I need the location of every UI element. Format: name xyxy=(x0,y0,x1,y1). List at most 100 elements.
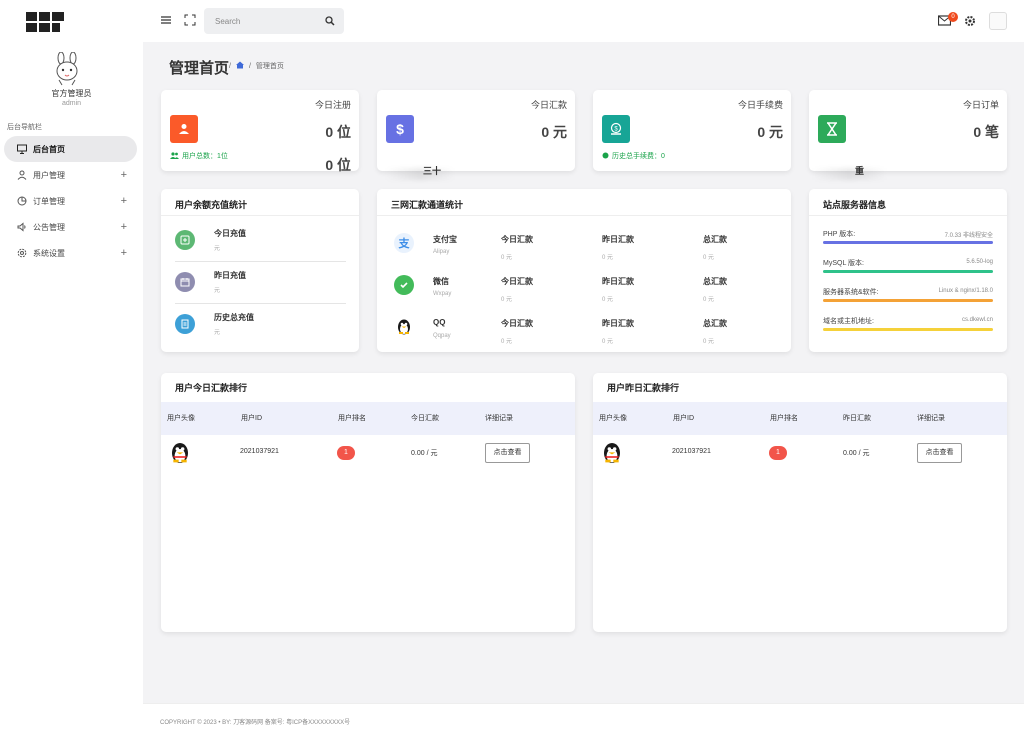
menu-icon[interactable] xyxy=(160,14,172,26)
user-avatar[interactable] xyxy=(989,12,1007,30)
stat-card-orders: 今日订单 0 笔 xyxy=(809,90,1007,171)
sidebar: 官方管理员 admin 后台导航栏 后台首页 用户管理 + 订单管理 + 公告管… xyxy=(0,0,143,734)
stat-value-secondary: 0 位 xyxy=(325,157,351,173)
channel-row-wxpay: 微信 Wxpay 今日汇款 0 元 昨日汇款 0 元 总汇款 0 元 xyxy=(391,268,781,310)
col-label: 今日汇款 xyxy=(501,319,533,328)
table-header-cell: 用户排名 xyxy=(338,415,366,422)
recharge-label: 历史总充值 xyxy=(214,313,254,322)
amount-cell: 0.00 / 元 xyxy=(843,450,870,457)
money-icon: $ xyxy=(602,115,630,143)
search-icon[interactable] xyxy=(325,16,335,26)
col-value: 0 元 xyxy=(703,339,715,345)
expand-plus-icon[interactable]: + xyxy=(121,195,127,207)
channel-col: 昨日汇款 0 元 xyxy=(602,234,634,261)
settings-icon[interactable] xyxy=(964,15,976,27)
wallet-icon xyxy=(175,230,195,250)
col-label: 总汇款 xyxy=(703,277,727,286)
view-detail-button[interactable]: 点击查看 xyxy=(917,443,962,463)
search-input[interactable]: Search xyxy=(204,8,344,34)
user-name: 官方管理员 xyxy=(51,89,92,98)
col-value: 0 元 xyxy=(501,339,513,345)
table-header-cell: 详细记录 xyxy=(917,415,945,422)
pie-icon xyxy=(17,196,27,206)
user-icon xyxy=(17,170,27,180)
fullscreen-icon[interactable] xyxy=(184,14,196,26)
sidebar-item-orders[interactable]: 订单管理 + xyxy=(4,188,137,214)
recharge-label: 昨日充值 xyxy=(214,271,246,280)
sidebar-item-notices[interactable]: 公告管理 + xyxy=(4,214,137,240)
users-icon xyxy=(170,151,179,161)
channel-col: 总汇款 0 元 xyxy=(703,234,727,261)
view-detail-button[interactable]: 点击查看 xyxy=(485,443,530,463)
channel-col: 今日汇款 0 元 xyxy=(501,276,533,303)
card-title: 站点服务器信息 xyxy=(823,200,887,210)
breadcrumb-current: 管理首页 xyxy=(255,63,284,70)
home-icon[interactable] xyxy=(235,61,244,71)
channel-en: Wxpay xyxy=(433,291,452,297)
table-header-cell: 详细记录 xyxy=(485,415,513,422)
server-card: 站点服务器信息 PHP 版本: 7.0.33 非线程安全 MySQL 版本: 5… xyxy=(809,189,1007,352)
calendar-icon xyxy=(175,272,195,292)
user-id-cell: 2021037921 xyxy=(240,448,279,455)
user-role: admin xyxy=(61,100,82,107)
stat-title: 今日汇款 xyxy=(530,100,567,110)
col-label: 今日汇款 xyxy=(501,277,533,286)
nav-title: 后台导航栏 xyxy=(7,124,42,131)
footer: COPYRIGHT © 2023 • BY: 刀客源码网 备案号: 粤ICP备X… xyxy=(143,703,1024,734)
search-placeholder: Search xyxy=(215,17,241,26)
server-value: 7.0.33 非线程安全 xyxy=(944,233,993,239)
user-icon xyxy=(170,115,198,143)
expand-plus-icon[interactable]: + xyxy=(121,221,127,233)
server-key: 域名或主机地址: xyxy=(823,318,874,325)
alipay-icon: 支 xyxy=(394,233,414,253)
server-key: MySQL 版本: xyxy=(823,260,864,267)
sidebar-item-users[interactable]: 用户管理 + xyxy=(4,162,137,188)
table-header-cell: 用户排名 xyxy=(770,415,798,422)
col-label: 昨日汇款 xyxy=(602,277,634,286)
channel-name: 微信 xyxy=(433,277,449,286)
divider xyxy=(377,215,791,216)
table-header-cell: 用户头像 xyxy=(599,415,627,422)
expand-plus-icon[interactable]: + xyxy=(121,169,127,181)
channel-name: QQ xyxy=(433,318,446,327)
dollar-icon: $ xyxy=(386,115,414,143)
stat-sub: 用户总数：1位 xyxy=(170,151,228,161)
card-title: 用户今日汇款排行 xyxy=(175,383,248,393)
avatar[interactable] xyxy=(51,51,83,86)
text-fragment: 三十 xyxy=(423,166,442,176)
col-value: 0 元 xyxy=(703,297,715,303)
recharge-row: 历史总充值 元 xyxy=(175,304,346,346)
server-value: 5.6.50-log xyxy=(966,259,993,265)
sidebar-item-settings[interactable]: 系统设置 + xyxy=(4,240,137,266)
channel-row-alipay: 支 支付宝 Alipay 今日汇款 0 元 昨日汇款 0 元 总汇款 0 元 xyxy=(391,226,781,268)
channel-row-qqpay: QQ Qqpay 今日汇款 0 元 昨日汇款 0 元 总汇款 0 元 xyxy=(391,310,781,352)
logo[interactable] xyxy=(26,12,66,32)
expand-plus-icon[interactable]: + xyxy=(121,247,127,259)
col-label: 昨日汇款 xyxy=(602,235,634,244)
stat-value: 0 位 xyxy=(325,124,351,140)
channel-name: 支付宝 xyxy=(433,235,457,244)
stat-title: 今日手续费 xyxy=(737,100,783,110)
sidebar-item-label: 订单管理 xyxy=(33,196,65,206)
channel-col: 昨日汇款 0 元 xyxy=(602,318,634,345)
stat-card-register: 今日注册 0 位 用户总数：1位 0 位 xyxy=(161,90,359,173)
recharge-label: 今日充值 xyxy=(214,229,246,238)
col-value: 0 元 xyxy=(602,297,614,303)
divider xyxy=(809,215,1007,216)
col-label: 总汇款 xyxy=(703,235,727,244)
stat-value: 0 笔 xyxy=(973,124,999,140)
stat-card-remit: 今日汇款 $ 0 元 xyxy=(377,90,575,171)
sidebar-item-label: 用户管理 xyxy=(33,170,65,180)
recharge-row: 今日充值 元 xyxy=(175,220,346,262)
stat-title: 今日订单 xyxy=(962,100,999,110)
table-header-cell: 今日汇款 xyxy=(411,415,439,422)
sidebar-item-home[interactable]: 后台首页 xyxy=(4,136,137,162)
breadcrumb: / / 管理首页 xyxy=(229,61,284,71)
monitor-icon xyxy=(17,144,27,154)
rank-badge: 1 xyxy=(769,446,787,460)
server-key: 服务器系统&软件: xyxy=(823,289,879,296)
text-fragment: 重 xyxy=(855,166,865,176)
server-bar xyxy=(823,299,993,302)
col-value: 0 元 xyxy=(703,255,715,261)
rank-badge: 1 xyxy=(337,446,355,460)
